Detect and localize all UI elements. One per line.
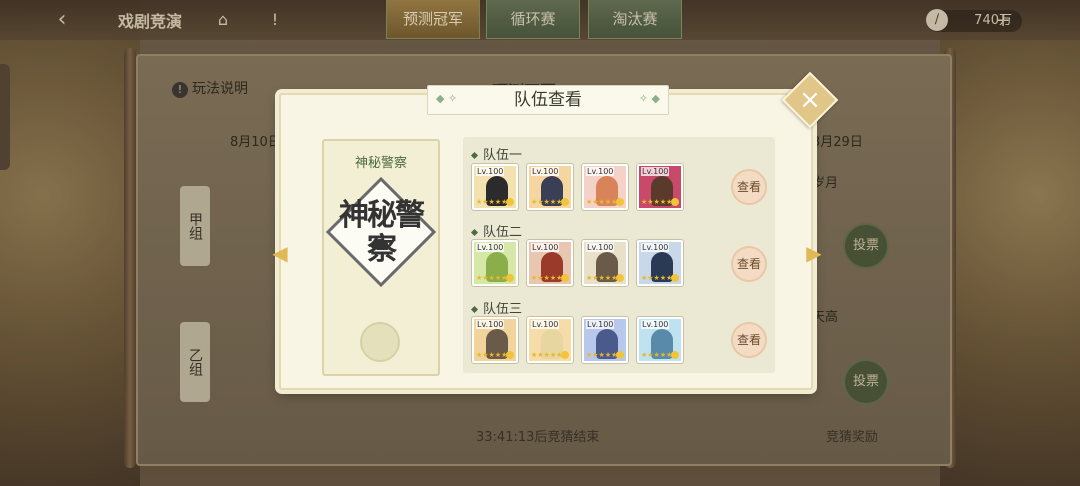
star-rating-icon: ★★★★★ <box>476 274 508 282</box>
close-icon[interactable]: × <box>790 80 830 120</box>
character-portrait[interactable]: Lv.100 ★★★★★ <box>582 317 628 363</box>
view-team-3-button[interactable]: 查看 <box>731 322 767 358</box>
star-rating-icon: ★★★★★ <box>531 351 563 359</box>
attribute-icon <box>506 198 514 206</box>
character-portrait[interactable]: Lv.100 ★★★★★ <box>582 240 628 286</box>
medal-icon <box>360 322 400 362</box>
attribute-icon <box>616 351 624 359</box>
star-rating-icon: ★★★★★ <box>586 274 618 282</box>
team-label-text: 队伍一 <box>483 148 523 163</box>
attribute-icon <box>561 198 569 206</box>
star-rating-icon: ★★★★★ <box>586 351 618 359</box>
level-badge: Lv.100 <box>641 320 670 329</box>
level-badge: Lv.100 <box>531 320 560 329</box>
view-team-2-button[interactable]: 查看 <box>731 246 767 282</box>
character-portrait[interactable]: Lv.100 ★★★★★ <box>582 164 628 210</box>
level-badge: Lv.100 <box>476 167 505 176</box>
prev-arrow-icon[interactable]: ◀ <box>270 240 290 266</box>
level-badge: Lv.100 <box>641 243 670 252</box>
character-portrait[interactable]: Lv.100 ★★★★★ <box>527 164 573 210</box>
team-label-text: 队伍二 <box>483 225 523 240</box>
attribute-icon <box>616 198 624 206</box>
team-card: 神秘警察 神秘警察 <box>322 139 440 376</box>
character-portrait[interactable]: Lv.100 ★★★★★ <box>472 240 518 286</box>
team-label-3: 队伍三 <box>470 298 523 317</box>
diamond-ornament-icon: ◆ ✧ <box>436 92 458 105</box>
diamond-ornament-icon: ✧ ◆ <box>638 92 660 105</box>
level-badge: Lv.100 <box>586 320 615 329</box>
level-badge: Lv.100 <box>476 320 505 329</box>
attribute-icon <box>561 274 569 282</box>
star-rating-icon: ★★★★★ <box>476 351 508 359</box>
level-badge: Lv.100 <box>586 167 615 176</box>
eye-icon <box>372 239 388 249</box>
level-badge: Lv.100 <box>531 243 560 252</box>
level-badge: Lv.100 <box>476 243 505 252</box>
star-rating-icon: ★★★★★ <box>586 198 618 206</box>
character-portrait[interactable]: Lv.100 ★★★★★ <box>527 240 573 286</box>
level-badge: Lv.100 <box>586 243 615 252</box>
team-label-1: 队伍一 <box>470 144 523 163</box>
next-arrow-icon[interactable]: ▶ <box>804 240 824 266</box>
view-team-1-button[interactable]: 查看 <box>731 169 767 205</box>
star-rating-icon: ★★★★★ <box>476 198 508 206</box>
star-rating-icon: ★★★★★ <box>531 198 563 206</box>
character-portrait[interactable]: Lv.100 ★★★★★ <box>472 317 518 363</box>
attribute-icon <box>561 351 569 359</box>
attribute-icon <box>506 351 514 359</box>
dialog-header: ◆ ✧ 队伍查看 ✧ ◆ <box>427 85 669 115</box>
star-rating-icon: ★★★★★ <box>531 274 563 282</box>
attribute-icon <box>671 274 679 282</box>
team-label-2: 队伍二 <box>470 221 523 240</box>
character-portrait[interactable]: Lv.100 ★★★★★ <box>527 317 573 363</box>
team-name: 神秘警察 <box>354 156 407 171</box>
star-rating-icon: ★★★★★ <box>641 351 673 359</box>
attribute-icon <box>671 351 679 359</box>
attribute-icon <box>616 274 624 282</box>
attribute-icon <box>506 274 514 282</box>
character-portrait[interactable]: Lv.100 ★★★★★ <box>637 317 683 363</box>
character-portrait[interactable]: Lv.100 ★★★★★ <box>637 240 683 286</box>
character-portrait[interactable]: Lv.100 ★★★★★ <box>472 164 518 210</box>
emblem-text: 神秘警察 <box>339 198 425 267</box>
character-portrait[interactable]: Lv.100 ★★★★★ <box>637 164 683 210</box>
level-badge: Lv.100 <box>531 167 560 176</box>
attribute-icon <box>671 198 679 206</box>
star-rating-icon: ★★★★★ <box>641 274 673 282</box>
level-badge: Lv.100 <box>641 167 670 176</box>
team-label-text: 队伍三 <box>483 302 523 317</box>
star-rating-icon: ★★★★★ <box>641 198 673 206</box>
dialog-title: 队伍查看 <box>514 90 582 110</box>
